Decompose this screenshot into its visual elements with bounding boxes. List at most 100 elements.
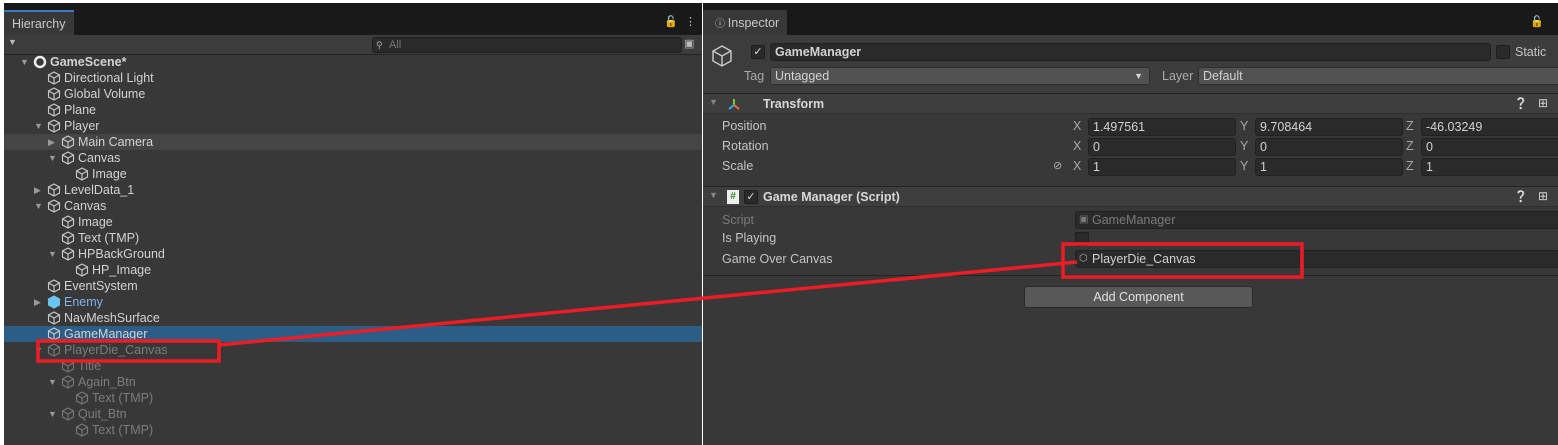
hierarchy-item[interactable]: ▼ Canvas xyxy=(4,150,702,166)
cube-icon xyxy=(61,135,75,149)
search-icon: ⚲ xyxy=(376,40,383,50)
active-checkbox[interactable]: ✓ xyxy=(751,45,765,59)
foldout-arrow-icon[interactable]: ▼ xyxy=(34,342,44,358)
layer-label: Layer xyxy=(1162,69,1194,83)
hierarchy-item[interactable]: Image xyxy=(4,166,702,182)
hierarchy-item-label: Canvas xyxy=(64,199,107,213)
help-icon[interactable]: ❔ xyxy=(1514,190,1528,203)
foldout-arrow-icon[interactable]: ▼ xyxy=(34,118,44,134)
hierarchy-item[interactable]: ▼ GameScene* xyxy=(4,54,702,70)
hierarchy-item[interactable]: ▶ LevelData_1 xyxy=(4,182,702,198)
scale-x-field[interactable]: 1 xyxy=(1088,158,1236,176)
hierarchy-item[interactable]: ▼ Again_Btn xyxy=(4,374,702,390)
hierarchy-item[interactable]: NavMeshSurface xyxy=(4,310,702,326)
lock-icon[interactable]: 🔓 xyxy=(1530,15,1544,28)
hierarchy-item[interactable]: HP_Image xyxy=(4,262,702,278)
scene-visibility-icon[interactable]: ▣ xyxy=(684,37,694,50)
search-input[interactable]: ⚲ All xyxy=(372,37,682,53)
hierarchy-item[interactable]: Title xyxy=(4,358,702,374)
foldout-arrow-icon[interactable]: ▼ xyxy=(48,150,58,166)
hierarchy-item[interactable]: Plane xyxy=(4,102,702,118)
hierarchy-item[interactable]: ▶ Main Camera xyxy=(4,134,702,150)
scale-z-field[interactable]: 1 xyxy=(1421,158,1558,176)
is-playing-checkbox[interactable] xyxy=(1075,232,1089,246)
foldout-arrow-icon[interactable]: ▼ xyxy=(709,190,718,200)
axis-x-label[interactable]: X xyxy=(1073,139,1081,153)
hierarchy-item[interactable]: GameManager xyxy=(4,326,702,342)
settings-sliders-icon[interactable]: ⊞ xyxy=(1538,189,1548,203)
hierarchy-item-label: Text (TMP) xyxy=(92,391,154,405)
foldout-arrow-icon[interactable]: ▼ xyxy=(48,406,58,422)
axis-y-label[interactable]: Y xyxy=(1240,159,1248,173)
position-y-field[interactable]: 9.708464 xyxy=(1255,118,1403,136)
unity-scene-icon xyxy=(33,55,47,69)
foldout-arrow-icon[interactable]: ▶ xyxy=(48,134,58,150)
foldout-arrow-icon[interactable]: ▶ xyxy=(34,182,44,198)
hierarchy-item[interactable]: Text (TMP) xyxy=(4,390,702,406)
tab-hierarchy[interactable]: Hierarchy xyxy=(4,10,74,35)
constrain-proportions-icon[interactable]: ⊘ xyxy=(1053,159,1062,172)
hierarchy-item-label: Text (TMP) xyxy=(78,231,140,245)
foldout-arrow-icon[interactable]: ▶ xyxy=(34,294,44,310)
position-z-field[interactable]: -46.03249 xyxy=(1421,118,1558,136)
tag-dropdown[interactable]: Untagged ▼ xyxy=(770,67,1150,85)
axis-z-label[interactable]: Z xyxy=(1406,119,1414,133)
gameobject-cube-icon[interactable] xyxy=(711,44,733,68)
axis-z-label[interactable]: Z xyxy=(1406,159,1414,173)
tag-value: Untagged xyxy=(775,69,830,83)
hierarchy-item[interactable]: ▼ Player xyxy=(4,118,702,134)
lock-icon[interactable]: 🔓 xyxy=(664,15,678,28)
transform-icon xyxy=(728,99,740,110)
layer-dropdown[interactable]: Default xyxy=(1198,67,1558,85)
hierarchy-item-label: NavMeshSurface xyxy=(64,311,160,325)
hierarchy-item[interactable]: Global Volume xyxy=(4,86,702,102)
rotation-z-field[interactable]: 0 xyxy=(1421,138,1558,156)
axis-y-label[interactable]: Y xyxy=(1240,119,1248,133)
cube-icon xyxy=(75,391,89,405)
transform-header[interactable]: ▼ Transform ❔ ⊞ xyxy=(703,93,1558,114)
hierarchy-item[interactable]: Image xyxy=(4,214,702,230)
foldout-arrow-icon[interactable]: ▼ xyxy=(709,97,718,107)
axis-z-label[interactable]: Z xyxy=(1406,139,1414,153)
more-icon[interactable]: ⋮ xyxy=(685,15,696,28)
axis-x-label[interactable]: X xyxy=(1073,119,1081,133)
hierarchy-item[interactable]: EventSystem xyxy=(4,278,702,294)
static-checkbox[interactable] xyxy=(1496,45,1510,59)
hierarchy-item[interactable]: ▼ HPBackGround xyxy=(4,246,702,262)
hierarchy-item-label: HPBackGround xyxy=(78,247,165,261)
help-icon[interactable]: ❔ xyxy=(1514,97,1528,110)
hierarchy-item[interactable]: ▶ Enemy xyxy=(4,294,702,310)
scale-y-field[interactable]: 1 xyxy=(1255,158,1403,176)
hierarchy-item-label: Player xyxy=(64,119,100,133)
create-dropdown-icon[interactable]: ▼ xyxy=(8,37,17,47)
game-over-canvas-field[interactable]: ⬡ PlayerDie_Canvas xyxy=(1075,250,1558,268)
script-field: ▣ GameManager xyxy=(1075,211,1558,229)
hierarchy-item[interactable]: Directional Light xyxy=(4,70,702,86)
object-name-field[interactable]: GameManager xyxy=(770,43,1491,61)
hierarchy-item[interactable]: ▼ PlayerDie_Canvas xyxy=(4,342,702,358)
csharp-script-icon: # xyxy=(727,190,739,204)
component-enabled-checkbox[interactable]: ✓ xyxy=(744,190,758,204)
hierarchy-item[interactable]: ▼ Quit_Btn xyxy=(4,406,702,422)
position-x-field[interactable]: 1.497561 xyxy=(1088,118,1236,136)
settings-sliders-icon[interactable]: ⊞ xyxy=(1538,96,1548,110)
hierarchy-item[interactable]: Text (TMP) xyxy=(4,230,702,246)
foldout-arrow-icon[interactable]: ▼ xyxy=(48,374,58,390)
prefab-icon xyxy=(47,295,61,309)
axis-y-label[interactable]: Y xyxy=(1240,139,1248,153)
axis-x-label[interactable]: X xyxy=(1073,159,1081,173)
tab-inspector-label: Inspector xyxy=(727,16,780,30)
cube-icon xyxy=(47,119,61,133)
tab-inspector[interactable]: ⓘ Inspector xyxy=(703,10,788,35)
foldout-arrow-icon[interactable]: ▼ xyxy=(48,246,58,262)
add-component-button[interactable]: Add Component xyxy=(1024,286,1253,308)
chevron-down-icon: ▼ xyxy=(1134,71,1143,81)
script-component-header[interactable]: ▼ # ✓ Game Manager (Script) ❔ ⊞ xyxy=(703,186,1558,207)
rotation-x-field[interactable]: 0 xyxy=(1088,138,1236,156)
hierarchy-item[interactable]: Text (TMP) xyxy=(4,422,702,438)
foldout-arrow-icon[interactable]: ▼ xyxy=(34,198,44,214)
hierarchy-item[interactable]: ▼ Canvas xyxy=(4,198,702,214)
foldout-arrow-icon[interactable]: ▼ xyxy=(20,54,30,70)
rotation-y-field[interactable]: 0 xyxy=(1255,138,1403,156)
inspector-panel: ⓘ Inspector 🔓 ✓ GameManager Static Tag U… xyxy=(703,3,1558,445)
